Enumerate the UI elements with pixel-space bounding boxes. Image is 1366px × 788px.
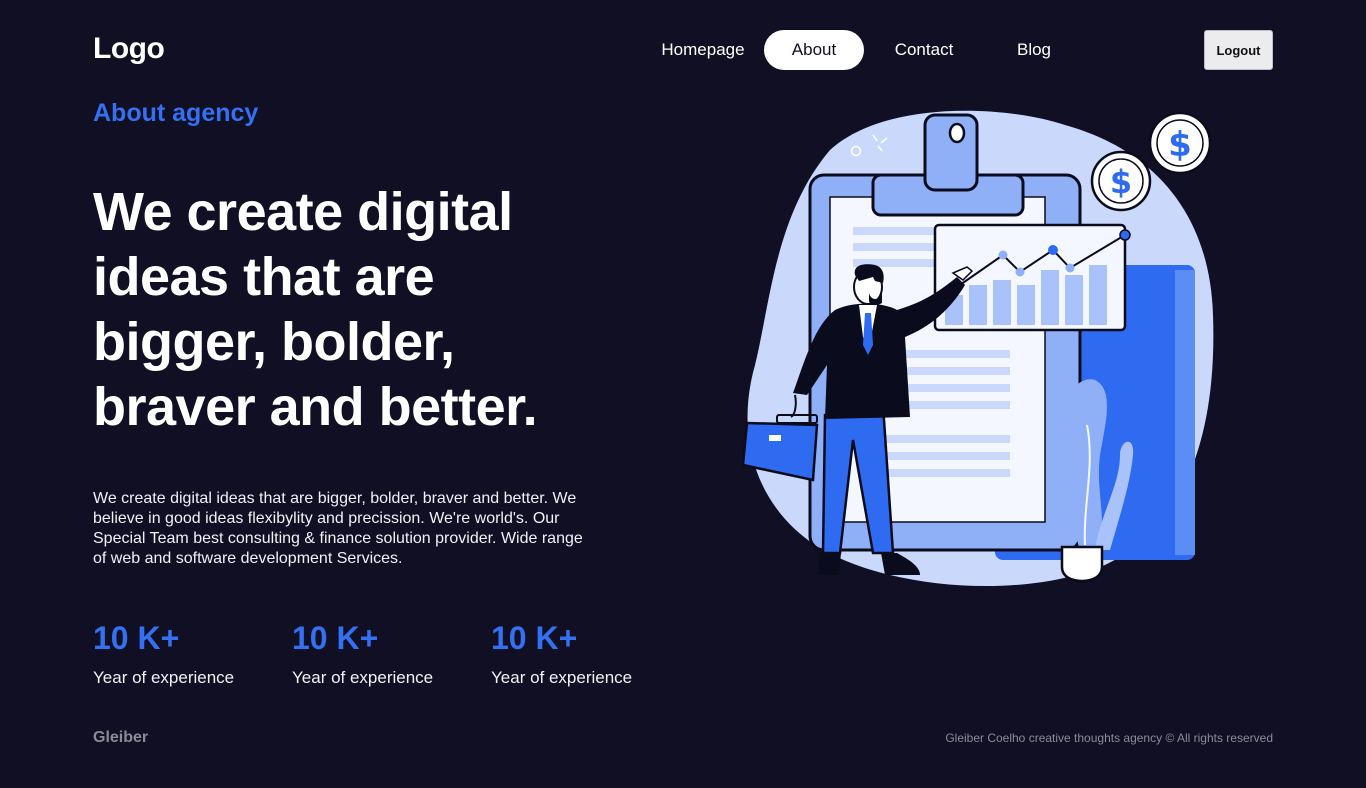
dollar-coin-icon: $ xyxy=(1148,111,1212,175)
stat-item: 10 K+ Year of experience xyxy=(292,620,433,688)
stat-value: 10 K+ xyxy=(292,620,379,656)
dollar-coin-icon: $ xyxy=(1090,150,1152,212)
stat-item: 10 K+ Year of experience xyxy=(93,620,234,688)
stat-label: Year of experience xyxy=(292,668,434,687)
description-line: We create digital ideas that are bigger,… xyxy=(93,490,577,507)
stat-item: 10 K+ Year of experience xyxy=(491,620,632,688)
headline-line: ideas that are xyxy=(93,247,435,307)
nav-item-homepage[interactable]: Homepage xyxy=(652,30,754,70)
nav-item-contact[interactable]: Contact xyxy=(874,30,974,70)
description-line: Special Team best consulting & finance s… xyxy=(93,530,583,547)
description-line: of web and software development Services… xyxy=(93,550,403,567)
main-nav: Homepage About Contact Blog xyxy=(652,30,1084,70)
stat-label: Year of experience xyxy=(93,668,235,687)
nav-item-about[interactable]: About xyxy=(764,30,864,70)
stat-label: Year of experience xyxy=(491,668,633,687)
hero-description: We create digital ideas that are bigger,… xyxy=(93,489,633,569)
nav-item-blog[interactable]: Blog xyxy=(984,30,1084,70)
stat-value: 10 K+ xyxy=(93,620,180,656)
headline-line: bigger, bolder, xyxy=(93,312,455,372)
dollar-sign: $ xyxy=(1168,125,1192,165)
section-eyebrow: About agency xyxy=(93,99,259,127)
logout-button[interactable]: Logout xyxy=(1204,30,1273,70)
headline-line: We create digital xyxy=(93,182,513,242)
description-line: believe in good ideas flexibylity and pr… xyxy=(93,510,560,527)
footer-copyright: Gleiber Coelho creative thoughts agency … xyxy=(945,731,1273,745)
hero-headline: We create digital ideas that are bigger,… xyxy=(93,180,633,440)
logo[interactable]: Logo xyxy=(93,32,165,66)
hero-illustration: $ $ xyxy=(741,110,1214,587)
dollar-sign: $ xyxy=(1110,163,1132,201)
stat-value: 10 K+ xyxy=(491,620,578,656)
headline-line: braver and better. xyxy=(93,377,538,437)
footer-brand[interactable]: Gleiber xyxy=(93,729,148,747)
